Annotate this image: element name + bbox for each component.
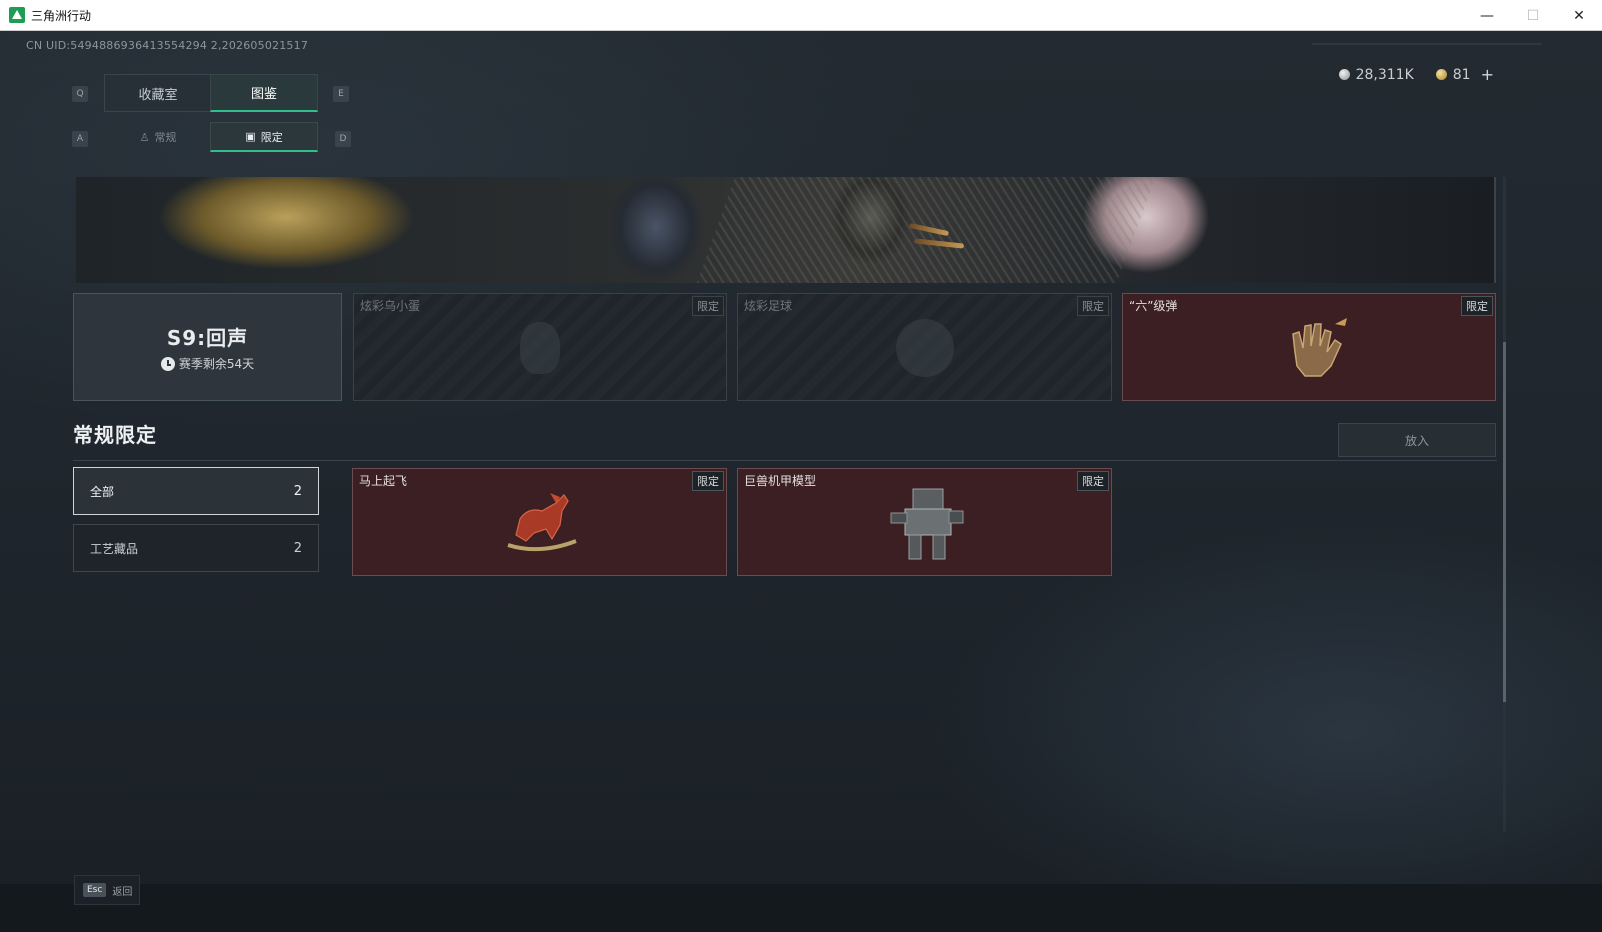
- filter-count: 2: [293, 483, 302, 499]
- section-divider: [73, 460, 1497, 461]
- scrollbar-thumb[interactable]: [1503, 342, 1506, 702]
- season-card[interactable]: S9:回声 赛季剩余54天: [73, 293, 342, 401]
- gold-amount: 81: [1452, 66, 1471, 83]
- limited-badge: 限定: [1077, 296, 1109, 316]
- filter-label: 全部: [90, 484, 115, 499]
- regular-icon: ♙: [139, 130, 150, 144]
- season-title: S9:回声: [166, 326, 249, 350]
- clock-icon: [160, 356, 175, 371]
- window-title: 三角洲行动: [31, 8, 92, 23]
- bottom-bar: [0, 884, 1602, 932]
- tab-limited[interactable]: ▣ 限定: [210, 122, 318, 152]
- image-icon: ▣: [245, 130, 256, 143]
- season-item-card[interactable]: 炫彩足球 限定: [737, 293, 1112, 401]
- item-name: “六”级弹: [1129, 299, 1178, 313]
- window-titlebar: 三角洲行动 — ☐ ✕: [0, 0, 1602, 31]
- rocking-horse-icon: [507, 493, 577, 552]
- season-item-card[interactable]: “六”级弹 限定: [1122, 293, 1496, 401]
- back-button[interactable]: Esc 返回: [74, 875, 140, 905]
- app-logo-icon: [9, 7, 25, 23]
- put-in-button[interactable]: 放入: [1338, 423, 1496, 457]
- item-name: 马上起飞: [359, 474, 408, 488]
- window-controls: — ☐ ✕: [1464, 0, 1602, 31]
- item-silhouette-icon: [895, 319, 954, 377]
- game-stage: CN UID:5494886936413554294 2,20260502151…: [0, 31, 1602, 884]
- header-divider: [1312, 43, 1542, 45]
- key-hint-e: E: [333, 86, 349, 102]
- banner-edge: [1494, 177, 1496, 283]
- key-hint-a: A: [72, 131, 88, 147]
- limited-badge: 限定: [1461, 296, 1493, 316]
- tab-collection-room[interactable]: 收藏室: [104, 74, 212, 112]
- collection-item-card[interactable]: 马上起飞 限定: [352, 468, 727, 576]
- tab-regular-label: 常规: [154, 131, 177, 144]
- key-hint-d: D: [335, 131, 351, 147]
- filter-all[interactable]: 全部 2: [73, 467, 319, 515]
- filter-label: 工艺藏品: [90, 541, 139, 556]
- item-name: 炫彩足球: [744, 299, 793, 313]
- season-banner-image: [76, 177, 1496, 283]
- limited-badge: 限定: [692, 471, 724, 491]
- add-currency-button[interactable]: +: [1481, 65, 1494, 84]
- item-name: 炫彩乌小蛋: [360, 299, 421, 313]
- hand-bullet-icon: [1292, 318, 1347, 377]
- mech-model-icon: [890, 488, 964, 560]
- vertical-scrollbar[interactable]: [1503, 177, 1506, 832]
- filter-count: 2: [293, 540, 302, 556]
- section-title: 常规限定: [73, 423, 157, 447]
- collection-item-card[interactable]: 巨兽机甲模型 限定: [737, 468, 1112, 576]
- close-button[interactable]: ✕: [1556, 0, 1602, 31]
- silver-coin-icon: [1338, 69, 1350, 80]
- limited-badge: 限定: [1077, 471, 1109, 491]
- silver-currency: 28,311K: [1338, 66, 1414, 83]
- item-name: 巨兽机甲模型: [744, 474, 817, 488]
- back-label: 返回: [112, 886, 133, 898]
- season-remaining-text: 赛季剩余54天: [178, 357, 255, 371]
- currency-bar: 28,311K 81 +: [1338, 65, 1494, 84]
- tab-codex[interactable]: 图鉴: [210, 74, 318, 112]
- season-remaining: 赛季剩余54天: [160, 355, 255, 372]
- tab-regular[interactable]: ♙ 常规: [104, 122, 212, 152]
- tab-limited-label: 限定: [260, 130, 283, 144]
- season-item-card[interactable]: 炫彩乌小蛋 限定: [353, 293, 727, 401]
- silver-amount: 28,311K: [1355, 66, 1414, 83]
- key-hint-q: Q: [72, 86, 88, 102]
- limited-badge: 限定: [692, 296, 724, 316]
- player-uid: CN UID:5494886936413554294 2,20260502151…: [26, 39, 309, 52]
- gold-currency: 81 +: [1435, 65, 1494, 84]
- minimize-button[interactable]: —: [1464, 0, 1510, 31]
- gold-coin-icon: [1435, 69, 1447, 80]
- filter-craft-collectibles[interactable]: 工艺藏品 2: [73, 524, 319, 572]
- maximize-button[interactable]: ☐: [1510, 0, 1556, 31]
- item-silhouette-icon: [520, 322, 560, 374]
- esc-key: Esc: [83, 883, 107, 897]
